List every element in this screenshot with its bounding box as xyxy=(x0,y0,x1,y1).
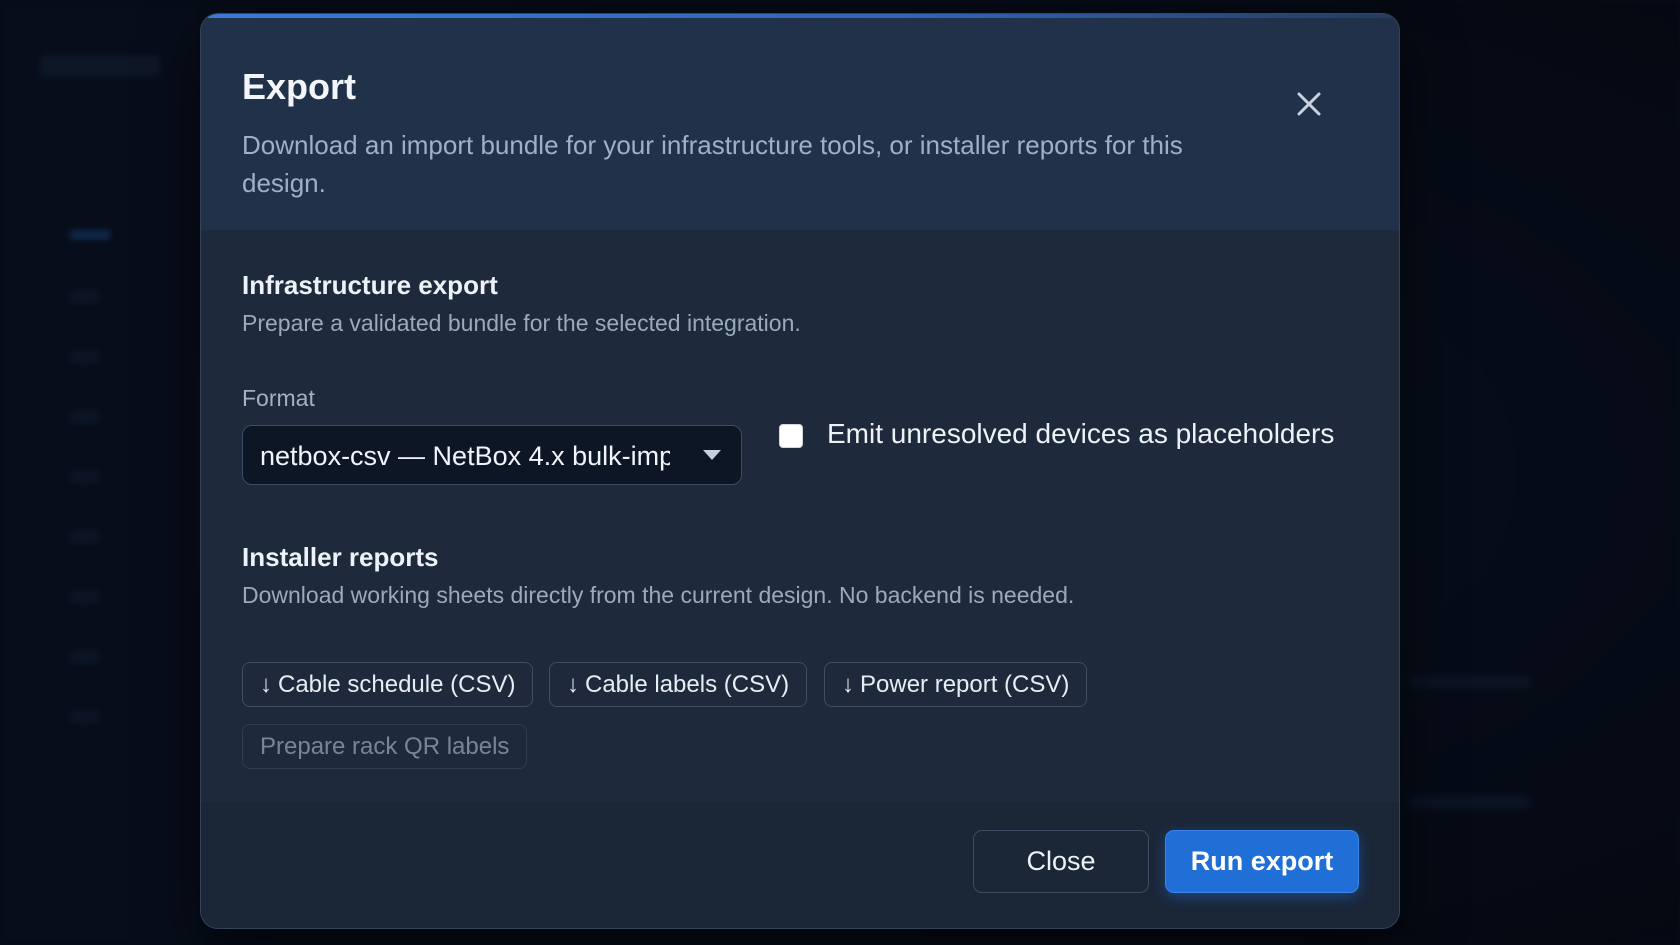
download-icon: ↓ xyxy=(260,670,272,698)
cable-schedule-label: Cable schedule (CSV) xyxy=(278,670,516,698)
format-select[interactable]: netbox-csv — NetBox 4.x bulk-import xyxy=(242,425,742,485)
format-select-value: netbox-csv — NetBox 4.x bulk-import xyxy=(260,441,670,471)
placeholder-checkbox-label[interactable]: Emit unresolved devices as placeholders xyxy=(827,418,1334,450)
download-icon: ↓ xyxy=(842,670,854,698)
download-icon: ↓ xyxy=(567,670,579,698)
rack-qr-labels-button[interactable]: Prepare rack QR labels xyxy=(242,724,528,769)
export-dialog: Export Download an import bundle for you… xyxy=(200,13,1400,929)
dialog-accent-line xyxy=(201,14,1399,18)
chevron-down-icon xyxy=(703,450,721,460)
dialog-description: Download an import bundle for your infra… xyxy=(242,130,1183,198)
cable-schedule-button[interactable]: ↓ Cable schedule (CSV) xyxy=(242,662,534,707)
power-report-button[interactable]: ↓ Power report (CSV) xyxy=(824,662,1088,707)
close-icon-glyph xyxy=(1297,92,1321,116)
format-label: Format xyxy=(242,385,315,411)
installer-section-title: Installer reports xyxy=(242,542,439,572)
infrastructure-section-title: Infrastructure export xyxy=(242,270,498,300)
infrastructure-section-description: Prepare a validated bundle for the selec… xyxy=(242,310,801,336)
cable-labels-label: Cable labels (CSV) xyxy=(585,670,790,698)
close-icon[interactable] xyxy=(1289,84,1329,124)
installer-section-description: Download working sheets directly from th… xyxy=(242,582,1075,608)
close-button[interactable]: Close xyxy=(973,830,1149,893)
dialog-title: Export xyxy=(242,66,357,107)
power-report-label: Power report (CSV) xyxy=(860,670,1070,698)
run-export-button[interactable]: Run export xyxy=(1165,830,1359,893)
cable-labels-button[interactable]: ↓ Cable labels (CSV) xyxy=(549,662,808,707)
placeholder-checkbox[interactable] xyxy=(779,424,803,448)
